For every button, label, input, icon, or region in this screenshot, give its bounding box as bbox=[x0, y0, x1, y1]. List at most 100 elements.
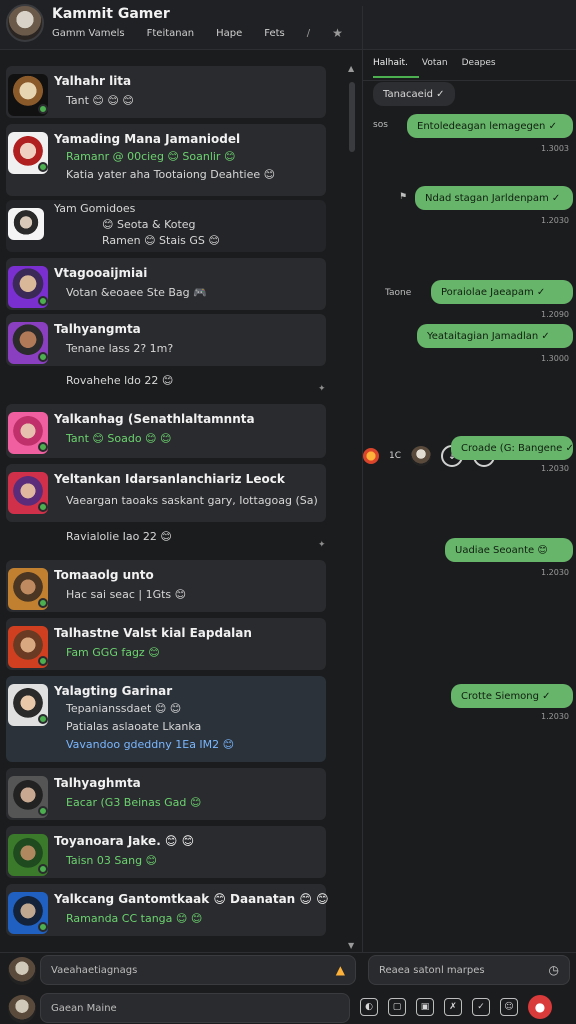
tab-2[interactable]: Hape bbox=[216, 28, 242, 40]
chat-line: Tepanianssdaet 😊 😊 bbox=[66, 702, 182, 715]
chat-item[interactable]: Talhyaghmta Eacar (G3 Beinas Gad 😊 bbox=[6, 768, 326, 820]
chat-line: Fam GGG fagz 😊 bbox=[66, 646, 160, 659]
chat-line: Vaeargan taoaks saskant gary, Iottagoag … bbox=[66, 494, 318, 507]
tab-separator: / bbox=[306, 28, 311, 39]
chat-thread[interactable]: Yam Gomidoes 😊 Seota & Koteg Ramen 😊 Sta… bbox=[6, 200, 326, 252]
emoji-icon[interactable]: ☺ bbox=[500, 998, 518, 1016]
message-sender: Taone bbox=[385, 288, 412, 298]
timer-icon[interactable]: ◷ bbox=[549, 963, 559, 977]
thread-line: 😊 Seota & Koteg bbox=[102, 218, 196, 231]
chat-item[interactable]: Yalagting Garinar Tepanianssdaet 😊 😊 Pat… bbox=[6, 676, 326, 762]
chat-item[interactable]: Toyanoara Jake. 😊 😊 Taisn 03 Sang 😊 bbox=[6, 826, 326, 878]
message-time: 1.2030 bbox=[541, 568, 569, 577]
online-badge bbox=[38, 502, 48, 512]
chat-item[interactable]: Yalhahr lita Tant 😊 😊 😊 bbox=[6, 66, 326, 118]
chat-list: Yalhahr lita Tant 😊 😊 😊 Yamading Mana Ja… bbox=[0, 52, 346, 952]
chat-list-scrollbar[interactable]: ▲ ▼ bbox=[347, 62, 357, 950]
theme-icon[interactable]: ◐ bbox=[360, 998, 378, 1016]
chat-name: Yalhahr lita bbox=[54, 74, 132, 88]
online-badge bbox=[38, 864, 48, 874]
vote-icon[interactable]: ✗ bbox=[444, 998, 462, 1016]
chat-name: Talhyaghmta bbox=[54, 776, 141, 790]
user-avatar bbox=[8, 208, 44, 240]
chat-name: Talhastne Valst kial Eapdalan bbox=[54, 626, 252, 640]
reply-input[interactable]: Reaea satonl marpes ◷ bbox=[368, 955, 570, 985]
star-icon[interactable]: ★ bbox=[332, 26, 343, 40]
message-bubble[interactable]: Yeataitagian Jamadlan ✓ bbox=[417, 324, 573, 348]
star-icon[interactable]: ✦ bbox=[318, 384, 326, 394]
message-bubble[interactable]: Poraiolae Jaeapam ✓ bbox=[431, 280, 573, 304]
app-root: Kammit Gamer Gamm Vamels Fteitanan Hape … bbox=[0, 0, 576, 1024]
active-tab-underline bbox=[373, 76, 419, 78]
chat-name: Tomaaolg unto bbox=[54, 568, 154, 582]
chat-item[interactable]: Yalkcang Gantomtkaak 😊 Daanatan 😊 😊 Rama… bbox=[6, 884, 329, 936]
tab[interactable]: Deapes bbox=[462, 58, 496, 68]
image-icon[interactable]: ▣ bbox=[416, 998, 434, 1016]
chat-name: Yamading Mana Jamaniodel bbox=[54, 132, 241, 146]
online-badge bbox=[38, 714, 48, 724]
message-bubble[interactable]: Tanacaeid ✓ bbox=[373, 82, 455, 106]
online-badge bbox=[38, 922, 48, 932]
chat-item[interactable]: Yamading Mana Jamaniodel Ramanr @ 00cieg… bbox=[6, 124, 326, 196]
reply-placeholder: Reaea satonl marpes bbox=[379, 964, 485, 976]
message-time: 1.3003 bbox=[541, 144, 569, 153]
tab-3[interactable]: Fets bbox=[264, 28, 285, 40]
online-badge bbox=[38, 162, 48, 172]
flame-icon[interactable]: ▲ bbox=[336, 963, 345, 977]
profile-avatar[interactable] bbox=[6, 4, 44, 42]
top-header: Kammit Gamer Gamm Vamels Fteitanan Hape … bbox=[0, 0, 576, 906]
search-input[interactable]: Vaeahaetiagnags ▲ bbox=[40, 955, 356, 985]
online-badge bbox=[38, 442, 48, 452]
right-panel: Halhait. Votan Deapes Tanacaeid ✓ sos En… bbox=[362, 52, 576, 952]
chat-name: Yalagting Garinar bbox=[54, 684, 173, 698]
scroll-up-icon[interactable]: ▲ bbox=[348, 64, 354, 73]
chat-item[interactable]: Vtagooaijmiai Votan &eoaee Ste Bag 🎮 bbox=[6, 258, 326, 310]
thread-line: Ramen 😊 Stais GS 😊 bbox=[102, 234, 220, 247]
message-bubble[interactable]: Croade (G: Bangene ✓ bbox=[451, 436, 574, 460]
chat-item[interactable]: Yeltankan Idarsanlanchiariz Leock Vaearg… bbox=[6, 464, 326, 522]
online-badge bbox=[38, 598, 48, 608]
scroll-thumb[interactable] bbox=[349, 82, 355, 152]
message-time: 1.2030 bbox=[541, 216, 569, 225]
message-bubble[interactable]: Ndad stagan Jarldenpam ✓ bbox=[415, 186, 573, 210]
tabs-divider bbox=[363, 80, 576, 81]
message-time: 1.2030 bbox=[541, 464, 569, 473]
bottom-bar: Vaeahaetiagnags ▲ Reaea satonl marpes ◷ … bbox=[0, 952, 576, 1024]
record-icon[interactable]: ● bbox=[528, 995, 552, 1019]
tab-1[interactable]: Fteitanan bbox=[147, 28, 194, 40]
user-avatar bbox=[8, 995, 36, 1023]
chat-line: Tenane lass 2? 1m? bbox=[66, 342, 174, 355]
tab-active[interactable]: Halhait. bbox=[373, 58, 408, 68]
chat-name: Vtagooaijmiai bbox=[54, 266, 148, 280]
star-icon[interactable]: ✦ bbox=[318, 540, 326, 550]
chat-name: Yeltankan Idarsanlanchiariz Leock bbox=[54, 472, 285, 486]
message-bubble[interactable]: Crotte Siemong ✓ bbox=[451, 684, 573, 708]
chat-line: Hac sai seac | 1Gts 😊 bbox=[66, 588, 187, 601]
chat-item[interactable]: Tomaaolg unto Hac sai seac | 1Gts 😊 bbox=[6, 560, 326, 612]
right-tabs: Halhait. Votan Deapes bbox=[373, 58, 496, 68]
message-time: 1.3000 bbox=[541, 354, 569, 363]
chat-name: Yalkcang Gantomtkaak 😊 Daanatan 😊 😊 bbox=[54, 892, 329, 906]
chat-item[interactable]: Talhastne Valst kial Eapdalan Fam GGG fa… bbox=[6, 618, 326, 670]
search-placeholder: Vaeahaetiagnags bbox=[51, 964, 138, 976]
chat-line: Tant 😊 Soado 😊 😊 bbox=[66, 432, 172, 445]
chat-subtext: Rovahehe ldo 22 😊 bbox=[66, 374, 174, 387]
message-input[interactable]: Gaean Maine bbox=[40, 993, 350, 1023]
chat-item[interactable]: Yalkanhag (Senathlaltamnnta Tant 😊 Soado… bbox=[6, 404, 326, 458]
online-badge bbox=[38, 352, 48, 362]
input-toolbar: ◐ ▢ ▣ ✗ ✓ ☺ ● bbox=[360, 995, 552, 1019]
message-time: 1.2090 bbox=[541, 310, 569, 319]
tab-0[interactable]: Gamm Vamels bbox=[52, 28, 125, 40]
tab[interactable]: Votan bbox=[422, 58, 448, 68]
message-time: 1.2030 bbox=[541, 712, 569, 721]
message-bubble[interactable]: Uadiae Seoante 😊 bbox=[445, 538, 573, 562]
online-badge bbox=[38, 104, 48, 114]
online-badge bbox=[38, 296, 48, 306]
check-icon[interactable]: ✓ bbox=[472, 998, 490, 1016]
message-placeholder: Gaean Maine bbox=[51, 1002, 117, 1014]
chat-name: Yalkanhag (Senathlaltamnnta bbox=[54, 412, 255, 426]
scroll-down-icon[interactable]: ▼ bbox=[348, 941, 354, 950]
chat-item[interactable]: Talhyangmta Tenane lass 2? 1m? bbox=[6, 314, 326, 366]
message-bubble[interactable]: Entoledeagan lemagegen ✓ bbox=[407, 114, 573, 138]
square-icon[interactable]: ▢ bbox=[388, 998, 406, 1016]
